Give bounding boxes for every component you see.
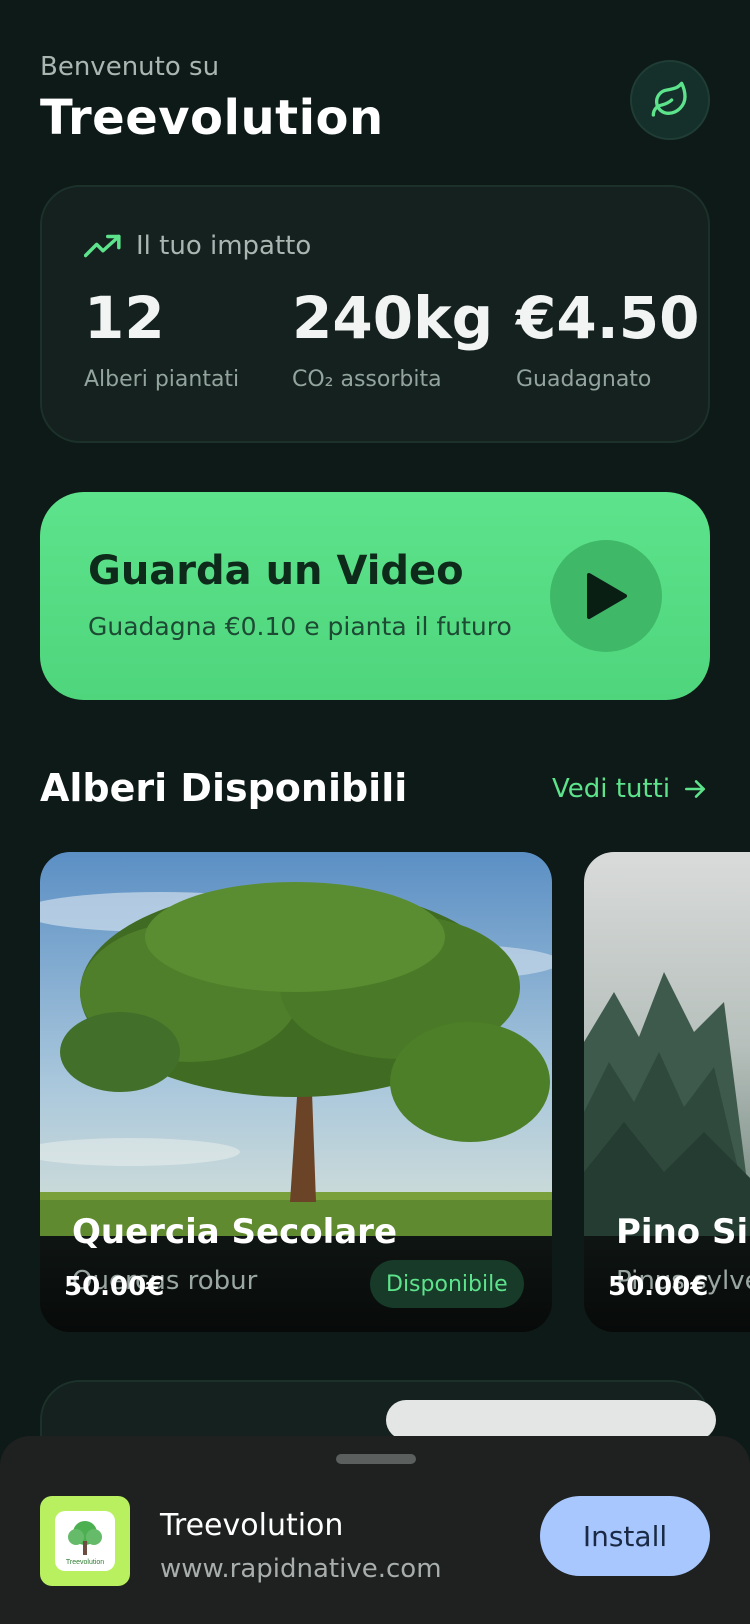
see-all-link[interactable]: Vedi tutti [552,774,708,804]
stat-trees-planted: 12 Alberi piantati [84,289,239,392]
stat-caption: Alberi piantati [84,367,240,392]
play-icon [587,573,627,619]
tree-price: 50.00€ [608,1272,709,1302]
install-button[interactable]: Install [540,1496,710,1576]
tree-card[interactable]: Pino Silv Pinus sylve 50.00€ [584,852,750,1332]
banner-app-name: Treevolution [160,1508,344,1543]
svg-text:Treevolution: Treevolution [66,1559,104,1566]
video-title: Guarda un Video [88,548,464,594]
leaf-icon [651,81,687,117]
leaf-button[interactable] [630,60,710,140]
video-subtitle: Guadagna €0.10 e pianta il futuro [88,612,512,641]
stat-value: 12 [84,284,165,352]
tree-card[interactable]: Quercia Secolare Quercus robur 50.00€ Di… [40,852,552,1332]
oak-tree-image [40,852,552,1236]
tree-name: Quercia Secolare [72,1212,398,1252]
welcome-text: Benvenuto su [40,52,220,82]
arrow-right-icon [685,780,706,798]
pine-forest-image [584,852,750,1236]
tree-price: 50.00€ [64,1272,165,1302]
trending-up-icon [84,234,121,258]
install-banner: Treevolution Treevolution www.rapidnativ… [0,1436,750,1624]
stat-earned: €4.50 Guadagnato [516,289,699,392]
tree-logo-icon: Treevolution [66,1521,104,1566]
section-title: Alberi Disponibili [40,766,408,810]
stat-caption: Guadagnato [516,367,652,392]
drag-handle[interactable] [336,1454,416,1464]
pill-shape [386,1400,716,1440]
tree-name: Pino Silv [616,1212,750,1252]
app-title: Treevolution [40,90,384,146]
status-badge: Disponibile [370,1260,524,1308]
app-logo: Treevolution [55,1511,115,1571]
home-screen: Benvenuto su Treevolution Il tuo impatto… [0,0,750,1624]
stat-value: €4.50 [516,284,700,352]
see-all-label: Vedi tutti [552,774,671,804]
banner-app-url: www.rapidnative.com [160,1554,442,1584]
app-icon: Treevolution [40,1496,130,1586]
stat-value: 240kg [292,284,494,352]
play-button[interactable] [550,540,662,652]
impact-header: Il tuo impatto [84,231,311,261]
stat-caption: CO₂ assorbita [292,367,442,392]
stat-co2-absorbed: 240kg CO₂ assorbita [292,289,493,392]
impact-card: Il tuo impatto 12 Alberi piantati 240kg … [40,185,710,443]
impact-label: Il tuo impatto [136,231,312,261]
watch-video-card[interactable]: Guarda un Video Guadagna €0.10 e pianta … [40,492,710,700]
